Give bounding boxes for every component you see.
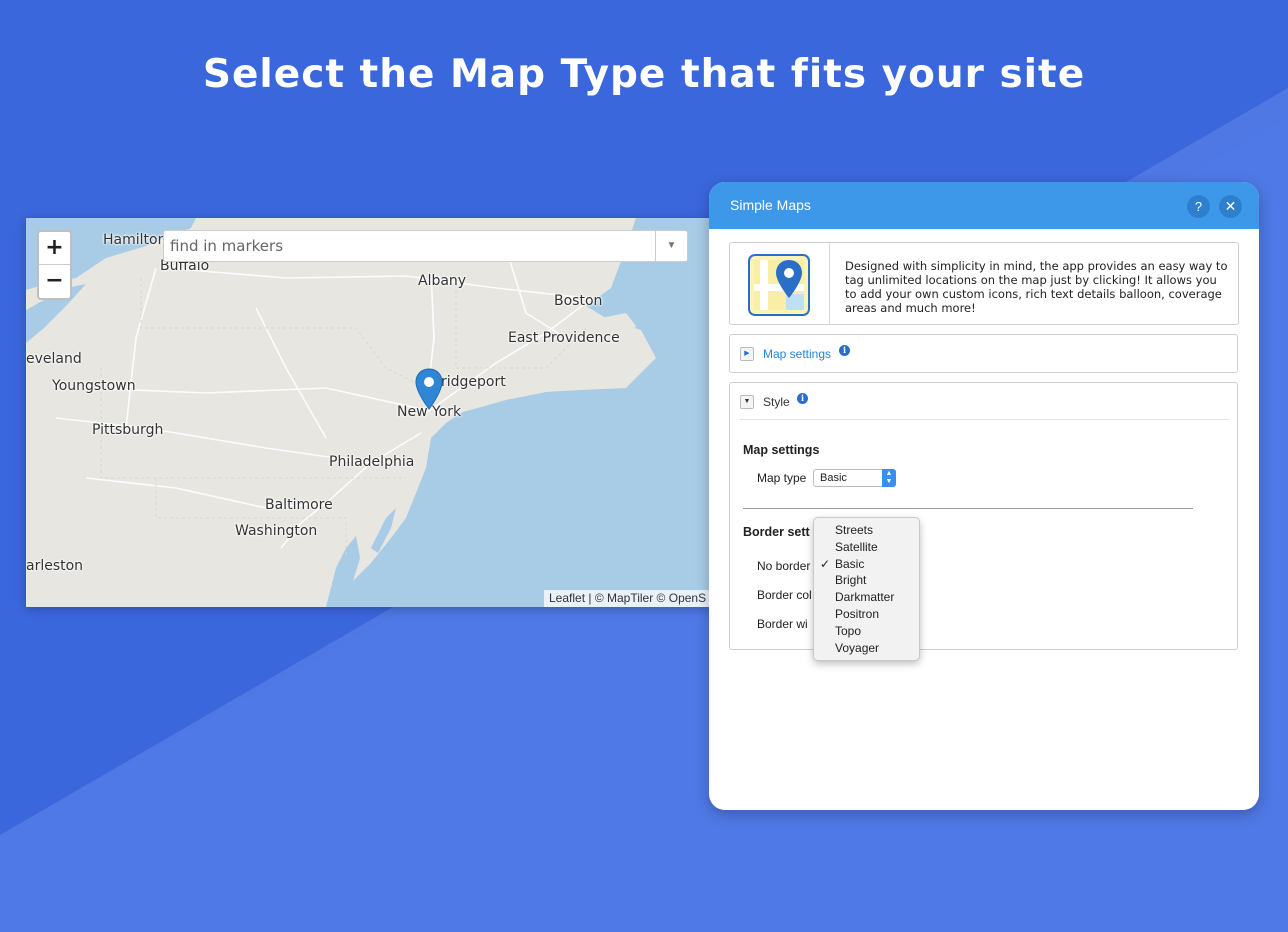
zoom-out-button[interactable]: − [39, 265, 70, 298]
section-divider [740, 419, 1229, 420]
map-preview[interactable]: Hamilton Buffalo Albany Boston East Prov… [26, 218, 726, 607]
map-type-option[interactable]: Darkmatter [814, 589, 919, 606]
map-attribution[interactable]: Leaflet | © MapTiler © OpenS [544, 590, 712, 607]
border-width-label: Border wi [757, 617, 808, 631]
border-color-label: Border col [757, 588, 812, 602]
expand-arrow-icon[interactable]: ▶ [740, 347, 754, 361]
map-label-bridgeport: ridgeport [441, 374, 506, 390]
map-type-dropdown: Streets Satellite ✓ Basic Bright Darkmatt… [813, 517, 920, 661]
map-settings-section[interactable]: ▶ Map settings i [729, 334, 1238, 373]
zoom-in-button[interactable]: + [39, 232, 70, 265]
caret-down-icon[interactable]: ▼ [655, 231, 687, 261]
app-icon-box [730, 243, 830, 324]
checkmark-icon: ✓ [820, 556, 831, 571]
map-app-icon [748, 254, 810, 316]
map-type-value: Basic [820, 472, 847, 484]
map-label-boston: Boston [554, 293, 603, 309]
map-type-option-selected[interactable]: ✓ Basic [814, 556, 919, 573]
map-type-option[interactable]: Voyager [814, 640, 919, 657]
map-type-option[interactable]: Streets [814, 522, 919, 539]
no-border-label: No border [757, 559, 811, 573]
map-label-charleston: arleston [26, 558, 84, 574]
divider [743, 508, 1193, 509]
panel-header: Simple Maps ? ✕ [709, 182, 1259, 229]
page-headline: Select the Map Type that fits your site [202, 52, 1086, 97]
map-label-cleveland: eveland [26, 351, 82, 367]
map-type-select[interactable]: Basic ▲ ▼ [813, 469, 896, 487]
app-info-card: Designed with simplicity in mind, the ap… [729, 242, 1239, 325]
map-label-baltimore: Baltimore [265, 497, 333, 513]
map-tiles[interactable] [26, 218, 726, 607]
app-description: Designed with simplicity in mind, the ap… [845, 259, 1228, 315]
select-arrows-icon: ▲ ▼ [882, 469, 896, 487]
marker-search: ▼ [163, 230, 688, 262]
map-label-east-providence: East Providence [508, 330, 620, 346]
map-type-option[interactable]: Topo [814, 623, 919, 640]
marker-search-input[interactable] [164, 231, 654, 261]
zoom-control: + − [37, 230, 72, 300]
style-section: ▼ Style i Map settings Map type Basic ▲ ▼… [729, 382, 1238, 650]
info-icon[interactable]: i [839, 345, 850, 356]
map-label-washington: Washington [235, 523, 318, 539]
map-type-option[interactable]: Satellite [814, 539, 919, 556]
border-settings-heading: Border sett [743, 525, 810, 539]
map-label-hamilton: Hamilton [103, 232, 167, 248]
close-button[interactable]: ✕ [1219, 195, 1242, 218]
style-title[interactable]: Style [763, 395, 790, 409]
map-label-youngstown: Youngstown [52, 378, 136, 394]
map-settings-heading: Map settings [743, 443, 820, 457]
map-type-label: Map type [757, 471, 807, 485]
map-label-albany: Albany [418, 273, 467, 289]
map-label-pittsburgh: Pittsburgh [92, 422, 164, 438]
panel-title: Simple Maps [730, 197, 811, 213]
map-type-option[interactable]: Bright [814, 572, 919, 589]
info-icon[interactable]: i [797, 393, 808, 404]
map-pin-icon[interactable] [415, 368, 443, 410]
map-label-philadelphia: Philadelphia [329, 454, 415, 470]
map-type-option[interactable]: Positron [814, 606, 919, 623]
settings-panel: Simple Maps ? ✕ Designed with simplicity… [709, 182, 1259, 810]
collapse-arrow-icon[interactable]: ▼ [740, 395, 754, 409]
map-settings-title[interactable]: Map settings [763, 347, 831, 361]
help-button[interactable]: ? [1187, 195, 1210, 218]
